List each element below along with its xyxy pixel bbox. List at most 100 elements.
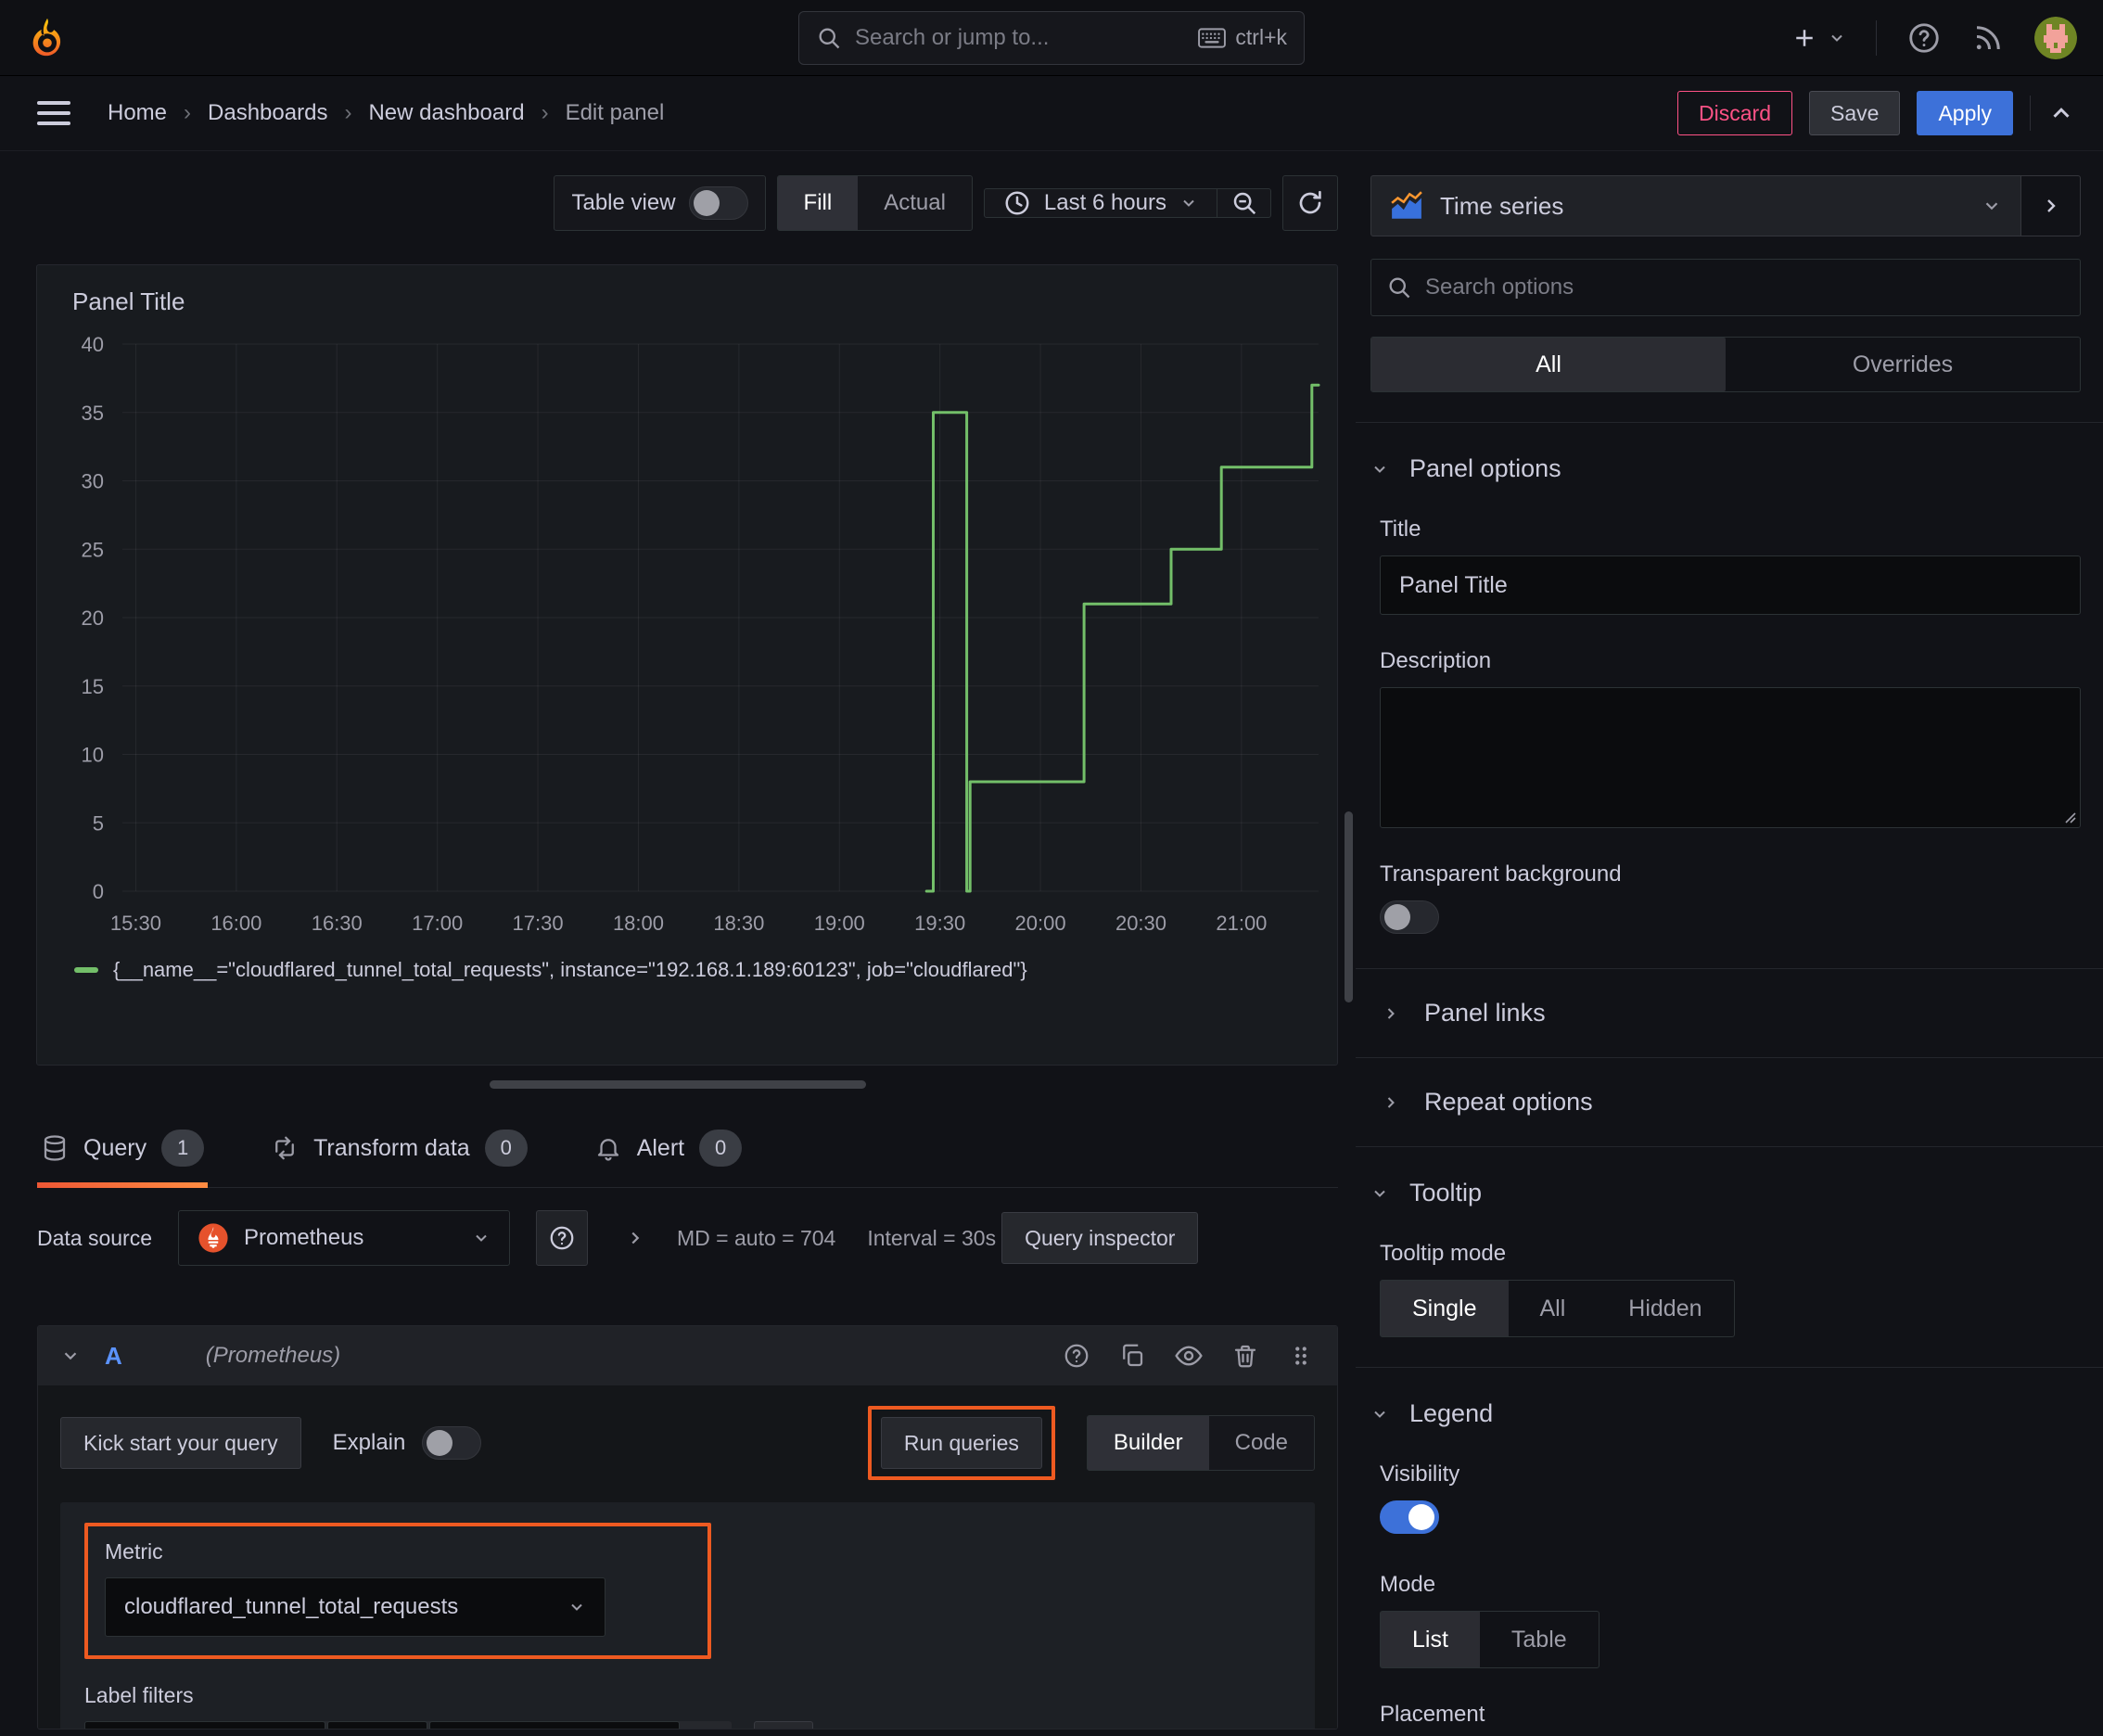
- tooltip-single-option[interactable]: Single: [1381, 1281, 1509, 1336]
- transform-icon: [271, 1134, 299, 1162]
- grafana-logo[interactable]: [26, 17, 69, 59]
- table-view-toggle[interactable]: [688, 186, 748, 220]
- tooltip-mode-label: Tooltip mode: [1380, 1241, 1507, 1266]
- discard-button[interactable]: Discard: [1677, 91, 1793, 135]
- select-label-dropdown[interactable]: Select label: [84, 1721, 325, 1729]
- options-filter-tabs: All Overrides: [1370, 337, 2081, 392]
- chevron-up-icon[interactable]: [2047, 99, 2075, 127]
- legend-table-option[interactable]: Table: [1480, 1612, 1599, 1667]
- svg-text:21:00: 21:00: [1216, 912, 1267, 935]
- tooltip-mode-toggle: Single All Hidden: [1380, 1280, 1735, 1337]
- save-button[interactable]: Save: [1809, 91, 1901, 135]
- breadcrumb-separator: ›: [184, 100, 192, 125]
- panel-preview: Panel Title 0 5 10 15 20 25 30 35 40 15:30 16:00 16…: [36, 264, 1338, 1066]
- resize-handle-icon[interactable]: [2059, 807, 2076, 823]
- chevron-down-icon: [1831, 34, 1842, 42]
- help-button[interactable]: [1906, 20, 1942, 56]
- transparent-bg-toggle[interactable]: [1380, 900, 1439, 934]
- fill-option[interactable]: Fill: [777, 176, 859, 230]
- refresh-button[interactable]: [1282, 175, 1338, 231]
- svg-text:16:30: 16:30: [312, 912, 363, 935]
- remove-filter-button[interactable]: ✕: [680, 1721, 732, 1729]
- tab-overrides[interactable]: Overrides: [1726, 338, 2080, 391]
- tooltip-hidden-option[interactable]: Hidden: [1597, 1281, 1733, 1336]
- panel-options-section[interactable]: Panel options: [1370, 454, 2081, 483]
- news-button[interactable]: [1971, 21, 2005, 55]
- global-search-input[interactable]: [855, 24, 1186, 51]
- breadcrumb-dashboards[interactable]: Dashboards: [208, 100, 327, 126]
- interval: Interval = 30s: [867, 1225, 997, 1250]
- user-avatar[interactable]: [2034, 16, 2077, 59]
- nav-divider: [1876, 19, 1877, 56]
- transparent-bg-label: Transparent background: [1380, 862, 1622, 887]
- series-color-marker[interactable]: [74, 967, 98, 973]
- zoom-out-button[interactable]: [1217, 189, 1270, 217]
- collapse-options-button[interactable]: [2021, 175, 2081, 236]
- tab-all[interactable]: All: [1371, 338, 1726, 391]
- repeat-options-section[interactable]: Repeat options: [1370, 1088, 2081, 1117]
- select-value-dropdown[interactable]: Select value: [429, 1721, 680, 1729]
- datasource-picker[interactable]: Prometheus: [178, 1210, 511, 1266]
- description-textarea[interactable]: [1380, 687, 2081, 828]
- section-divider: [1356, 422, 2103, 423]
- chevron-right-icon: [2046, 199, 2056, 212]
- time-series-chart[interactable]: 0 5 10 15 20 25 30 35 40 15:30 16:00 16:30 17:00 17:3…: [48, 316, 1328, 956]
- transform-count-badge: 0: [484, 1130, 528, 1167]
- search-icon: [1389, 277, 1410, 299]
- time-range-picker: Last 6 hours: [983, 188, 1271, 218]
- query-row-header[interactable]: A (Prometheus): [38, 1326, 1337, 1385]
- options-search[interactable]: [1370, 259, 2081, 316]
- tooltip-all-option[interactable]: All: [1509, 1281, 1598, 1336]
- svg-text:35: 35: [82, 402, 104, 425]
- datasource-help-button[interactable]: [536, 1210, 589, 1266]
- drag-handle-icon[interactable]: [1287, 1342, 1315, 1370]
- breadcrumb-new-dashboard[interactable]: New dashboard: [368, 100, 524, 126]
- help-icon[interactable]: [1063, 1342, 1090, 1370]
- builder-option[interactable]: Builder: [1087, 1416, 1209, 1470]
- legend-section[interactable]: Legend: [1370, 1399, 2081, 1428]
- code-option[interactable]: Code: [1209, 1416, 1314, 1470]
- tab-alert[interactable]: Alert 0: [591, 1130, 746, 1187]
- time-range-button[interactable]: Last 6 hours: [985, 189, 1217, 217]
- options-search-input[interactable]: [1425, 274, 2065, 300]
- chevron-down-icon[interactable]: [60, 1346, 81, 1366]
- legend-list-option[interactable]: List: [1381, 1612, 1480, 1667]
- operator-dropdown[interactable]: =: [327, 1721, 427, 1729]
- run-queries-button[interactable]: Run queries: [880, 1417, 1042, 1469]
- add-filter-button[interactable]: [754, 1721, 813, 1729]
- label-filter: Select label = Select value: [84, 1721, 732, 1729]
- svg-text:5: 5: [93, 811, 104, 835]
- legend-mode-toggle: List Table: [1380, 1611, 1600, 1668]
- options-sidebar: Time series All Overrides Panel options …: [1356, 151, 2103, 1735]
- metric-select[interactable]: cloudflared_tunnel_total_requests: [105, 1577, 605, 1637]
- tab-transform[interactable]: Transform data 0: [267, 1130, 531, 1187]
- tab-query[interactable]: Query 1: [37, 1130, 209, 1188]
- panel-title-input[interactable]: [1380, 555, 2081, 615]
- menu-toggle-icon[interactable]: [37, 101, 70, 125]
- apply-button[interactable]: Apply: [1917, 91, 2013, 135]
- panel-links-section[interactable]: Panel links: [1370, 999, 2081, 1028]
- tooltip-section[interactable]: Tooltip: [1370, 1179, 2081, 1207]
- series-label[interactable]: {__name__="cloudflared_tunnel_total_requ…: [113, 958, 1027, 982]
- chevron-right-icon: [631, 1232, 640, 1245]
- visualization-picker[interactable]: Time series: [1370, 175, 2021, 236]
- chevron-down-icon: [1370, 460, 1389, 479]
- svg-text:20: 20: [82, 606, 104, 630]
- breadcrumb-home[interactable]: Home: [108, 100, 167, 126]
- query-options[interactable]: MD = auto = 704 Interval = 30s: [625, 1226, 996, 1251]
- duplicate-icon[interactable]: [1118, 1342, 1146, 1370]
- trash-icon[interactable]: [1231, 1342, 1259, 1370]
- breadcrumb-bar: Home › Dashboards › New dashboard › Edit…: [0, 76, 2103, 151]
- vertical-scrollbar[interactable]: [1345, 811, 1353, 1002]
- global-search[interactable]: ctrl+k: [798, 10, 1305, 65]
- kick-start-button[interactable]: Kick start your query: [60, 1417, 301, 1469]
- chevron-right-icon: [1382, 1004, 1400, 1023]
- eye-icon[interactable]: [1174, 1341, 1204, 1371]
- horizontal-scrollbar[interactable]: [490, 1080, 866, 1089]
- legend-visibility-toggle[interactable]: [1380, 1500, 1439, 1534]
- query-inspector-button[interactable]: Query inspector: [1001, 1212, 1199, 1264]
- add-new-button[interactable]: [1791, 24, 1846, 52]
- explain-toggle[interactable]: [422, 1426, 482, 1460]
- explain-control: Explain: [333, 1426, 482, 1460]
- actual-option[interactable]: Actual: [858, 176, 972, 230]
